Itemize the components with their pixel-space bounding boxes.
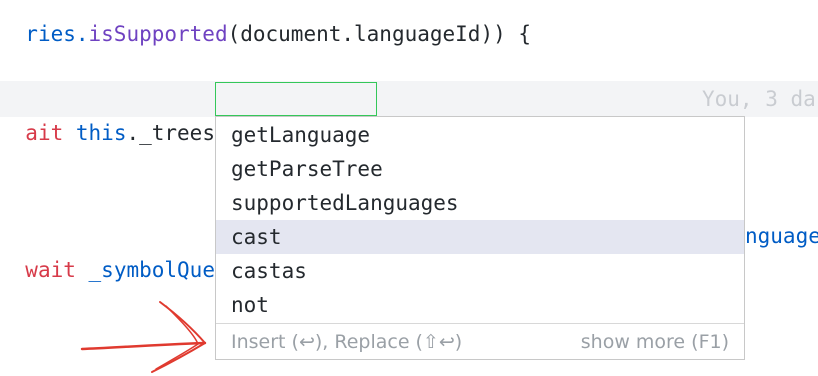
code-token: wait — [25, 258, 76, 282]
code-token: (document.languageId)) { — [227, 22, 532, 46]
code-token: nguage — [745, 224, 818, 248]
code-token: ._trees. — [126, 121, 228, 145]
suggestion-footer: Insert (↩), Replace (⇧↩) show more (F1) — [216, 323, 744, 359]
suggestion-item[interactable]: supportedLanguages — [216, 186, 744, 220]
code-token: ait — [25, 121, 64, 145]
suggestion-item[interactable]: getLanguage — [216, 118, 744, 152]
code-token: _symbolQuer — [88, 258, 228, 282]
suggestion-item[interactable]: getParseTree — [216, 152, 744, 186]
code-line-1: ries.isSupported(document.languageId)) { — [0, 0, 531, 46]
show-more-link[interactable]: show more (F1) — [581, 324, 729, 360]
git-blame-annotation: You, 3 da — [702, 87, 816, 111]
code-token: isSupported — [88, 22, 228, 46]
suggestion-item[interactable]: not — [216, 288, 744, 322]
suggestion-widget[interactable]: getLanguage getParseTree supportedLangua… — [215, 116, 745, 360]
suggestion-item-selected[interactable]: cast — [216, 220, 744, 254]
code-token: ries. — [25, 22, 89, 46]
suggestion-item[interactable]: castas — [216, 254, 744, 288]
code-line-3[interactable]: wait _symbolQuer — [0, 219, 227, 282]
code-token: this — [75, 121, 127, 145]
arrow-head — [151, 301, 206, 373]
word-highlight-box — [215, 82, 377, 116]
arrow-head-inner — [155, 305, 199, 370]
insert-replace-hint: Insert (↩), Replace (⇧↩) — [231, 331, 463, 353]
arrow-shaft — [80, 341, 207, 351]
